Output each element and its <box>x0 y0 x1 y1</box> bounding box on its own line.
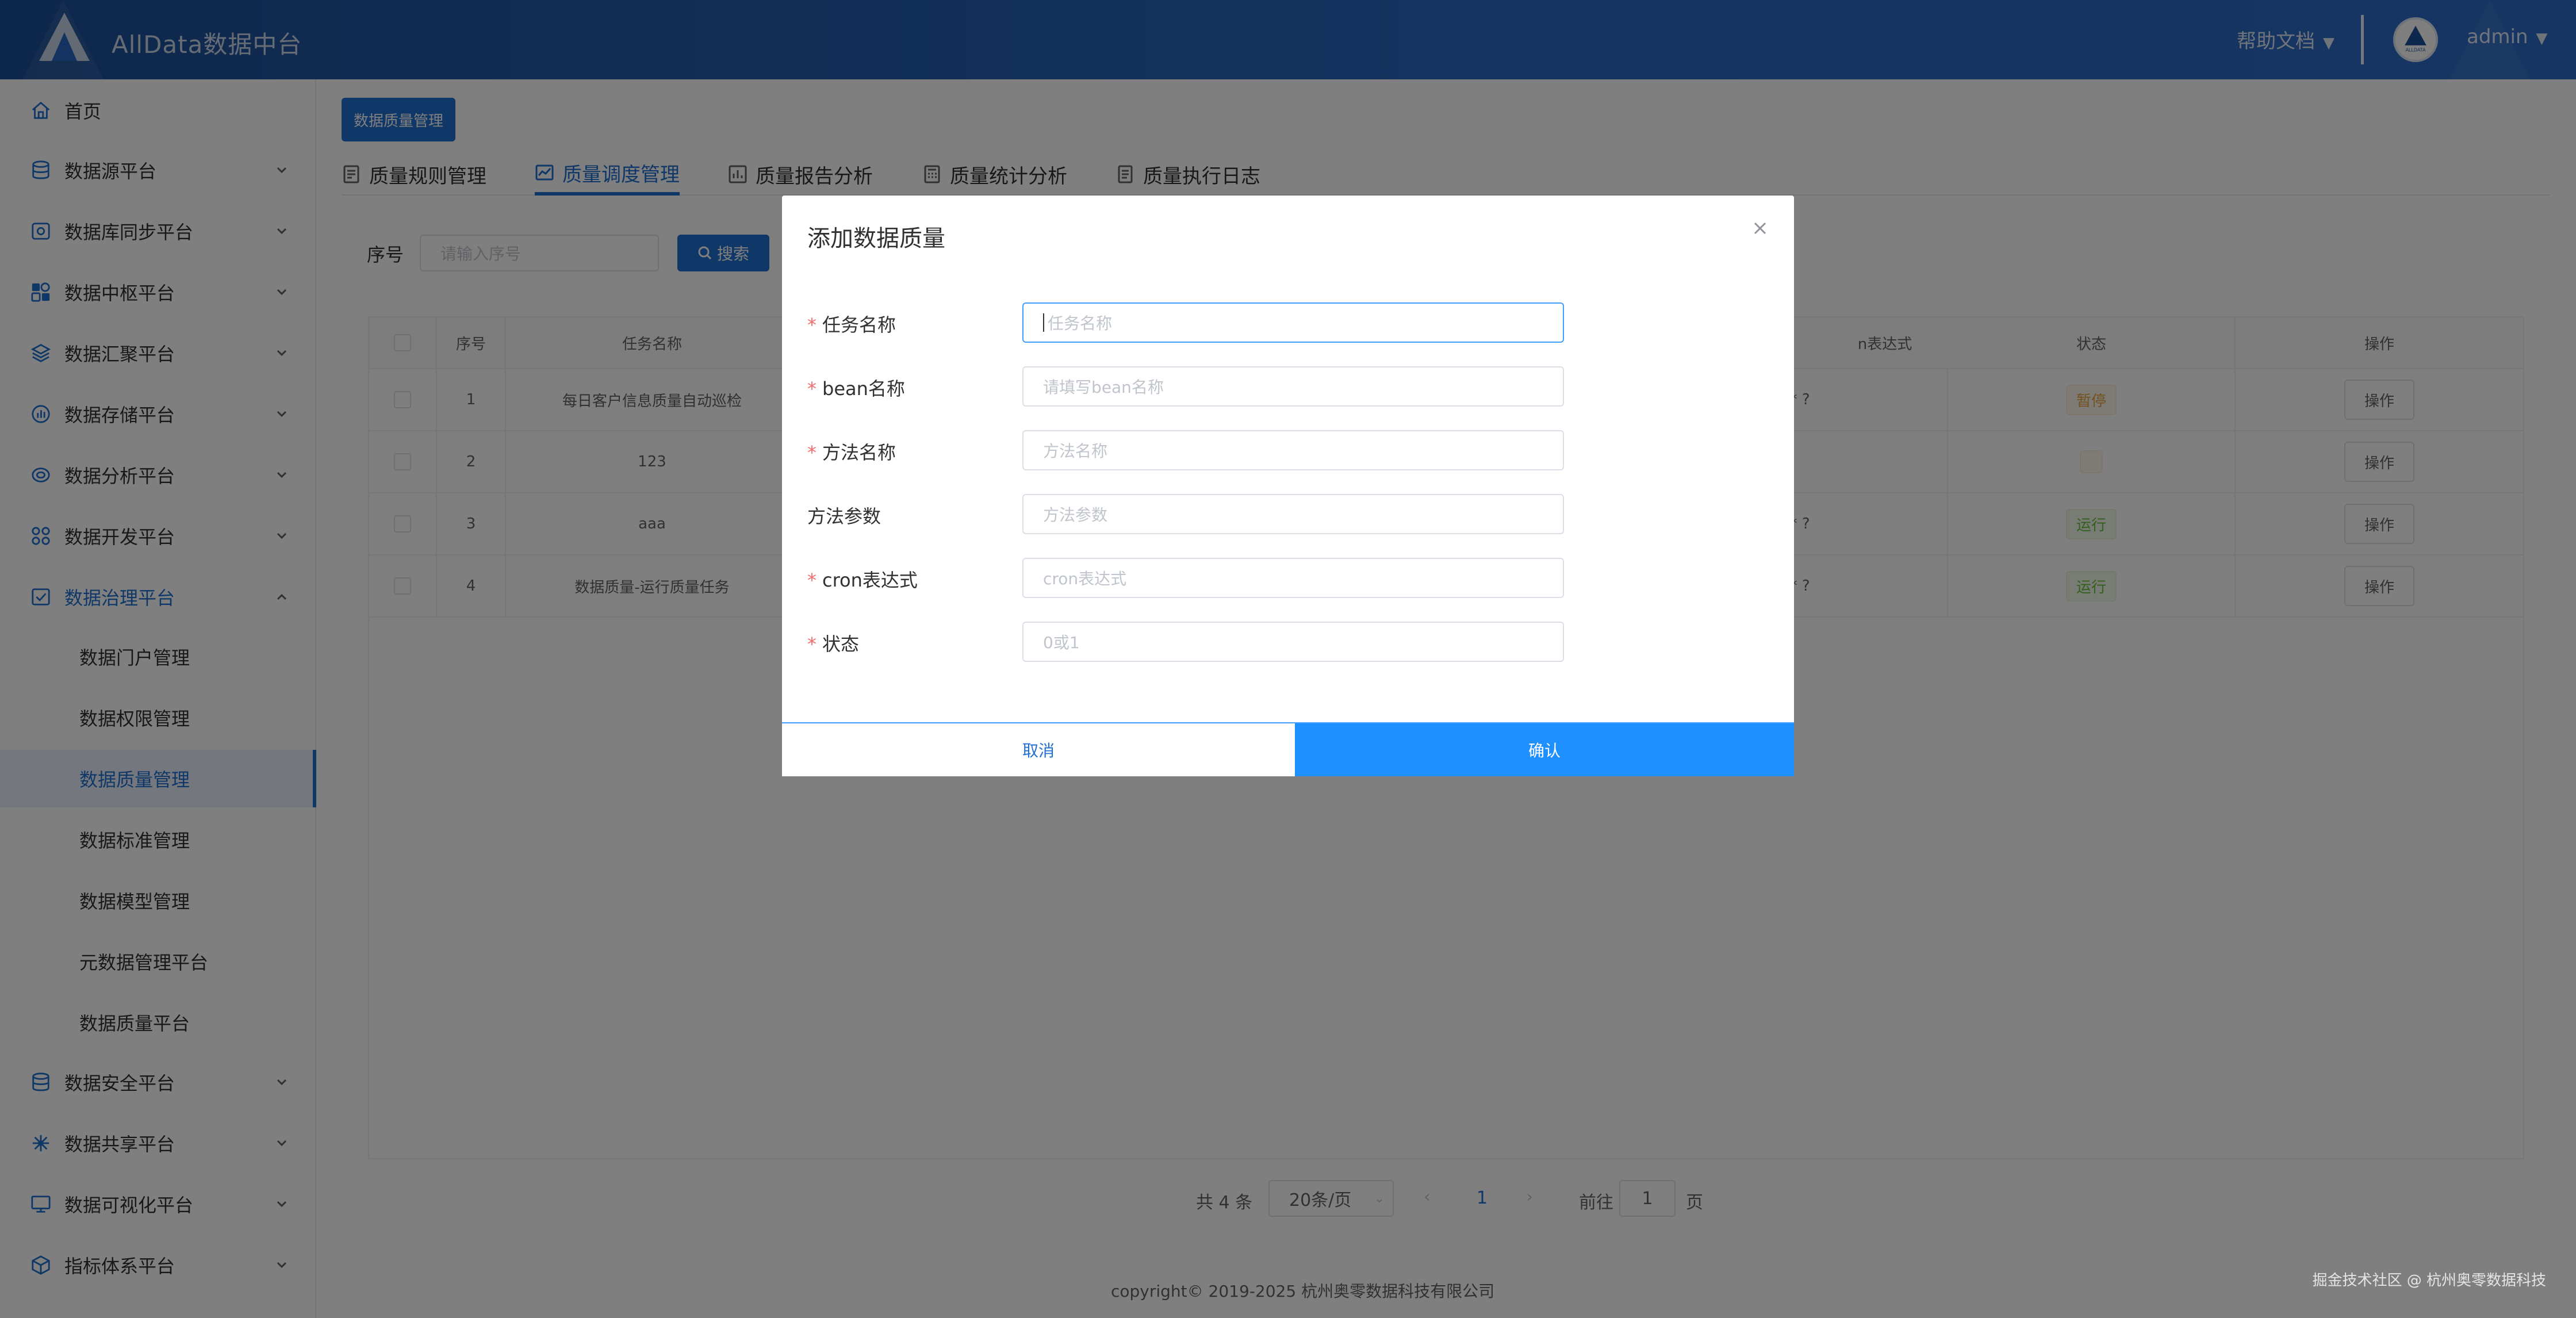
bean-name-input[interactable]: 请填写bean名称 <box>1022 366 1564 407</box>
confirm-button[interactable]: 确认 <box>1295 723 1794 776</box>
form-label-text: cron表达式 <box>822 569 918 591</box>
status-input[interactable]: 0或1 <box>1022 622 1564 662</box>
cron-expression-input[interactable]: cron表达式 <box>1022 558 1564 598</box>
task-name-input[interactable]: 任务名称 <box>1022 302 1564 343</box>
required-mark: * <box>807 569 816 591</box>
method-name-input[interactable]: 方法名称 <box>1022 430 1564 470</box>
form-row-status: * 状态 0或1 <box>807 622 1564 662</box>
form-label-text: 方法名称 <box>822 442 896 463</box>
form-label-text: 状态 <box>822 633 860 655</box>
required-mark: * <box>807 314 816 336</box>
form-row-bean-name: * bean名称 请填写bean名称 <box>807 366 1564 407</box>
form-label: * 状态 <box>807 630 859 656</box>
form-row-task-name: * 任务名称 任务名称 <box>807 302 1564 343</box>
form-row-method-name: * 方法名称 方法名称 <box>807 430 1564 470</box>
cancel-button[interactable]: 取消 <box>782 723 1295 776</box>
form-label-text: bean名称 <box>822 378 905 400</box>
dialog-title: 添加数据质量 <box>807 225 945 252</box>
watermark: 掘金技术社区 @ 杭州奥零数据科技 <box>2312 1272 2546 1289</box>
form-label-text: 任务名称 <box>822 314 896 336</box>
form-label: * bean名称 <box>807 374 905 401</box>
form-label-text: 方法参数 <box>807 505 881 527</box>
method-params-input[interactable]: 方法参数 <box>1022 494 1564 534</box>
form-row-method-params: 方法参数 方法参数 <box>807 494 1564 534</box>
form-label: * cron表达式 <box>807 566 918 592</box>
close-icon[interactable] <box>1751 220 1769 237</box>
required-mark: * <box>807 633 816 655</box>
dialog-footer: 取消 确认 <box>782 722 1794 776</box>
required-mark: * <box>807 442 816 463</box>
form-label: * 方法名称 <box>807 438 896 465</box>
required-mark: * <box>807 378 816 400</box>
form-row-cron: * cron表达式 cron表达式 <box>807 558 1564 598</box>
add-quality-dialog: 添加数据质量 * 任务名称 任务名称 * bean名称 请填写bean名称 * 方法名… <box>782 196 1794 776</box>
form-label: * 任务名称 <box>807 311 896 337</box>
